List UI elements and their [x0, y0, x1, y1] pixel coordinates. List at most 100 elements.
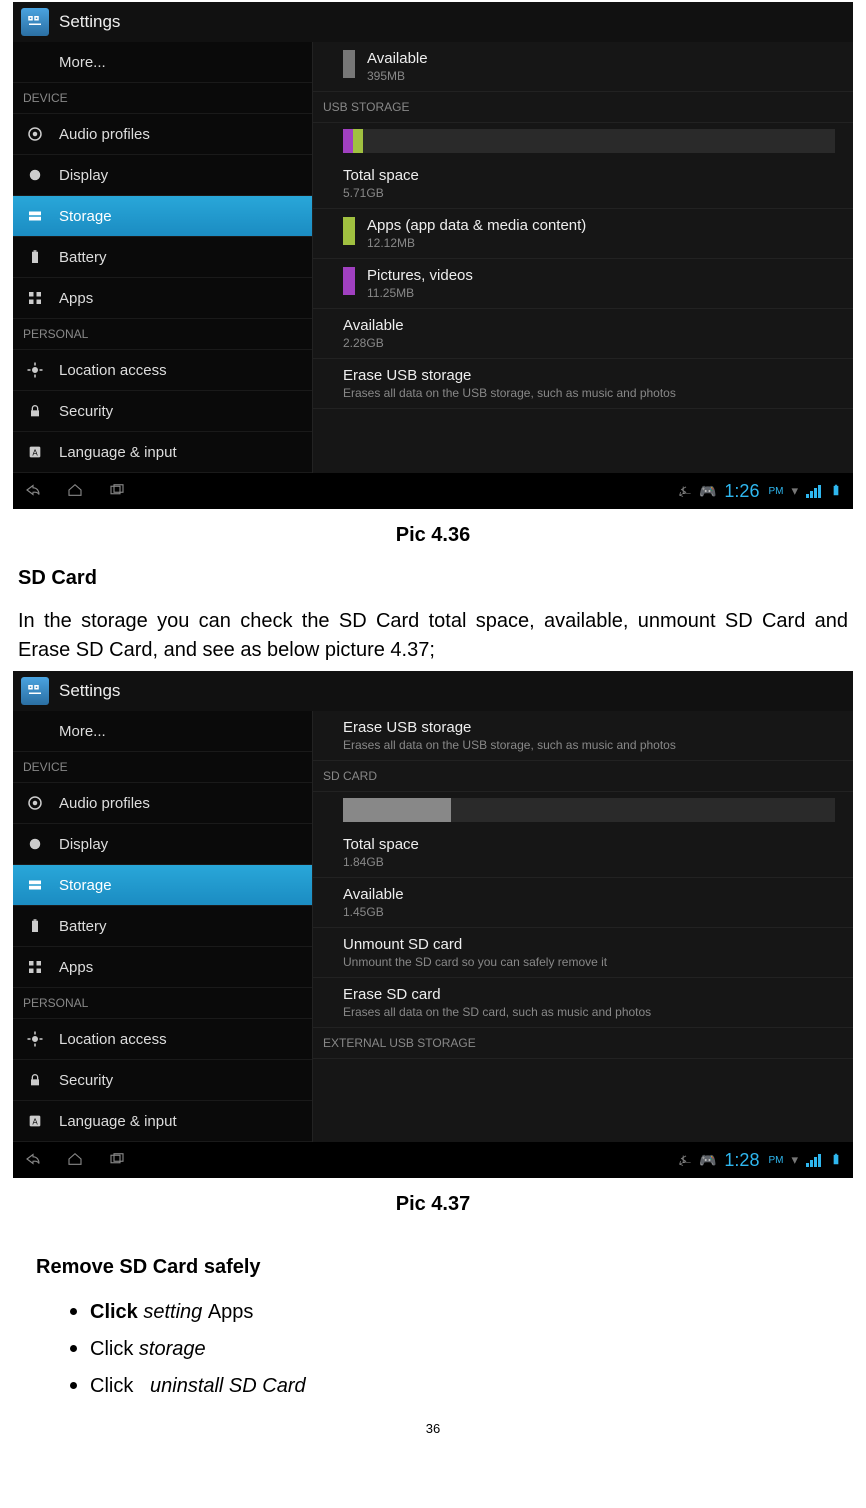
detail-title: Available [367, 50, 428, 67]
settings-app-icon [21, 8, 49, 36]
audio-icon [25, 124, 45, 144]
detail-title: Available [343, 317, 404, 334]
sidebar-item-label: Apps [59, 290, 93, 307]
clock-time: 1:28 [724, 1150, 759, 1171]
home-button[interactable] [65, 481, 85, 502]
detail-title: Total space [343, 167, 419, 184]
detail-row-total-space[interactable]: Total space 5.71GB [313, 159, 853, 209]
storage-usage-bar-sd [343, 798, 835, 822]
sidebar-item-battery[interactable]: Battery [13, 906, 312, 947]
detail-subtitle: 11.25MB [367, 286, 473, 300]
sidebar-item-label: Location access [59, 1031, 167, 1048]
apps-icon [25, 288, 45, 308]
lock-icon [25, 1070, 45, 1090]
sidebar-item-security[interactable]: Security [13, 1060, 312, 1101]
recent-apps-button[interactable] [107, 1150, 127, 1171]
detail-title: Erase USB storage [343, 719, 841, 736]
color-swatch-green [343, 217, 355, 245]
detail-row-available-top[interactable]: Available 395MB [313, 42, 853, 92]
sidebar-item-storage[interactable]: Storage [13, 865, 312, 906]
lock-icon [25, 401, 45, 421]
sidebar-item-label: Language & input [59, 1113, 177, 1130]
list-item: Click storage [90, 1329, 866, 1366]
detail-subtitle: 12.12MB [367, 236, 586, 250]
battery-icon [25, 916, 45, 936]
back-button[interactable] [23, 1150, 43, 1171]
svg-text:A: A [32, 448, 38, 457]
language-icon: A [25, 442, 45, 462]
storage-icon [25, 875, 45, 895]
controller-icon: 🎮 [699, 483, 716, 500]
paragraph-sd-card: In the storage you can check the SD Card… [0, 597, 866, 669]
detail-subtitle: 395MB [367, 69, 428, 83]
sidebar-item-label: Storage [59, 208, 112, 225]
sidebar-item-apps[interactable]: Apps [13, 278, 312, 319]
battery-status-icon [829, 1152, 843, 1169]
detail-title: Erase USB storage [343, 367, 676, 384]
location-icon [25, 360, 45, 380]
sidebar-item-display[interactable]: Display [13, 155, 312, 196]
sidebar-item-language[interactable]: A Language & input [13, 1101, 312, 1142]
signal-icon [806, 1154, 821, 1167]
detail-row-apps[interactable]: Apps (app data & media content) 12.12MB [313, 209, 853, 259]
detail-subtitle: Unmount the SD card so you can safely re… [343, 955, 841, 969]
color-swatch-purple [343, 267, 355, 295]
sidebar-item-location[interactable]: Location access [13, 1019, 312, 1060]
sidebar-item-audio[interactable]: Audio profiles [13, 114, 312, 155]
wifi-icon: ▾ [791, 483, 798, 499]
detail-row-available[interactable]: Available 2.28GB [313, 309, 853, 359]
sidebar-item-label: Storage [59, 877, 112, 894]
sidebar-item-audio[interactable]: Audio profiles [13, 783, 312, 824]
detail-title: Total space [343, 836, 841, 853]
home-button[interactable] [65, 1150, 85, 1171]
svg-text:A: A [32, 1117, 38, 1126]
sidebar-item-more[interactable]: More... [13, 711, 312, 752]
section-header-sd-card: SD CARD [313, 761, 853, 792]
storage-icon [25, 206, 45, 226]
detail-subtitle: 2.28GB [343, 336, 404, 350]
display-icon [25, 165, 45, 185]
detail-row-erase-usb[interactable]: Erase USB storage Erases all data on the… [313, 711, 853, 761]
section-header-usb-storage: USB STORAGE [313, 92, 853, 123]
recent-apps-button[interactable] [107, 481, 127, 502]
sidebar-item-label: Audio profiles [59, 795, 150, 812]
caption-pic-4-36: Pic 4.36 [0, 511, 866, 554]
sidebar-item-display[interactable]: Display [13, 824, 312, 865]
sidebar-item-location[interactable]: Location access [13, 350, 312, 391]
storage-detail-pane: Available 395MB USB STORAGE Total space … [313, 42, 853, 473]
detail-row-pictures[interactable]: Pictures, videos 11.25MB [313, 259, 853, 309]
sidebar-item-language[interactable]: A Language & input [13, 432, 312, 473]
sidebar-item-label: Security [59, 403, 113, 420]
sidebar-item-more[interactable]: More... [13, 42, 312, 83]
detail-row-erase-usb[interactable]: Erase USB storage Erases all data on the… [313, 359, 853, 409]
detail-row-unmount-sd[interactable]: Unmount SD card Unmount the SD card so y… [313, 928, 853, 978]
color-swatch-grey [343, 50, 355, 78]
clock-time: 1:26 [724, 481, 759, 502]
window-title: Settings [59, 681, 120, 701]
sidebar-category-device: DEVICE [13, 752, 312, 783]
sidebar-item-label: Battery [59, 918, 107, 935]
controller-icon: 🎮 [699, 1152, 716, 1169]
detail-row-sd-available[interactable]: Available 1.45GB [313, 878, 853, 928]
sidebar-item-label: More... [59, 723, 106, 740]
detail-row-sd-total[interactable]: Total space 1.84GB [313, 828, 853, 878]
location-icon [25, 1029, 45, 1049]
sidebar-item-battery[interactable]: Battery [13, 237, 312, 278]
caption-pic-4-37: Pic 4.37 [0, 1180, 866, 1223]
window-title: Settings [59, 12, 120, 32]
detail-subtitle: Erases all data on the USB storage, such… [343, 738, 841, 752]
main-area: More... DEVICE Audio profiles Display St… [13, 42, 853, 473]
sidebar-item-storage[interactable]: Storage [13, 196, 312, 237]
instruction-list: Click setting Apps Click storage Click u… [90, 1292, 866, 1403]
sidebar-item-apps[interactable]: Apps [13, 947, 312, 988]
back-button[interactable] [23, 481, 43, 502]
storage-detail-pane: Erase USB storage Erases all data on the… [313, 711, 853, 1142]
usb-icon: ⍼ [679, 483, 691, 500]
sidebar-item-security[interactable]: Security [13, 391, 312, 432]
list-item: Click setting Apps [90, 1292, 866, 1329]
detail-subtitle: 1.45GB [343, 905, 841, 919]
sidebar-category-personal: PERSONAL [13, 319, 312, 350]
detail-title: Unmount SD card [343, 936, 841, 953]
detail-row-erase-sd[interactable]: Erase SD card Erases all data on the SD … [313, 978, 853, 1028]
display-icon [25, 834, 45, 854]
